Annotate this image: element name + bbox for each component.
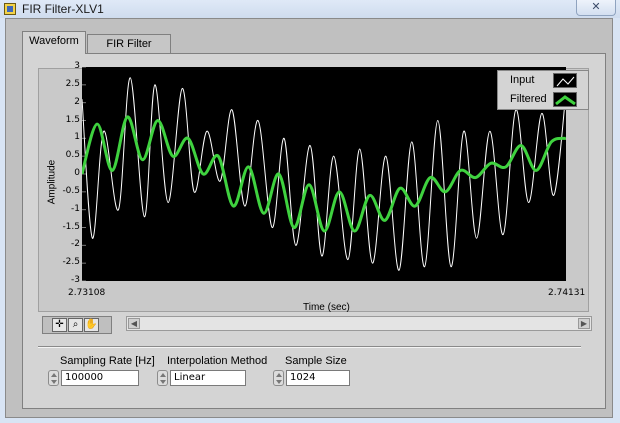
app-window: FIR Filter-XLV1 ✕ Waveform FIR Filter De…: [0, 0, 620, 423]
sample-size-label: Sample Size: [285, 355, 347, 367]
scroll-left-arrow[interactable]: ◀: [128, 318, 140, 329]
zoom-icon: ⌕: [72, 319, 79, 330]
pan-hand-icon: ✋: [85, 319, 98, 330]
y-tick-label: 2: [74, 96, 80, 107]
close-icon: ✕: [591, 0, 601, 13]
interpolation-method-spinner[interactable]: [157, 370, 168, 386]
y-tick-label: 0.5: [65, 150, 80, 161]
tab-waveform-label: Waveform: [29, 35, 79, 47]
x-axis-label: Time (sec): [303, 302, 350, 313]
y-tick-label: 1: [74, 132, 80, 143]
x-axis-max-label: 2.74131: [548, 288, 586, 298]
sample-size-field[interactable]: 1024: [286, 370, 350, 386]
y-tick-label: -3: [71, 275, 80, 285]
tab-waveform[interactable]: Waveform: [22, 31, 86, 54]
pan-button[interactable]: ✋: [84, 318, 99, 332]
cursor-crosshair-icon: ✛: [55, 319, 64, 330]
legend-label-filtered: Filtered: [510, 93, 547, 105]
y-tick-label: -2: [71, 239, 80, 250]
y-tick-label: 3: [74, 61, 80, 71]
y-tick-label: -2.5: [62, 257, 80, 268]
legend-swatch-filtered: [553, 92, 577, 107]
y-tick-label: 2.5: [65, 78, 80, 89]
graph-tools-palette: ✛ ⌕ ✋: [42, 316, 112, 334]
cursor-crosshair-button[interactable]: ✛: [52, 318, 67, 332]
legend-label-input: Input: [510, 74, 535, 86]
graph-horizontal-scrollbar[interactable]: ◀ ▶: [126, 316, 592, 331]
sampling-rate-spinner[interactable]: [48, 370, 59, 386]
y-tick-label: -1.5: [62, 221, 80, 232]
waveform-plot-area[interactable]: [82, 67, 566, 281]
interpolation-method-field[interactable]: Linear: [170, 370, 246, 386]
sampling-rate-label: Sampling Rate [Hz]: [60, 355, 155, 367]
scroll-right-arrow[interactable]: ▶: [578, 318, 590, 329]
plot-legend[interactable]: Input Filtered: [497, 70, 589, 110]
x-axis-min-label: 2.73108: [68, 288, 106, 298]
tab-fir-filter-design[interactable]: FIR Filter Design: [87, 34, 171, 68]
y-axis-label: Amplitude: [46, 159, 58, 205]
legend-item-filtered[interactable]: Filtered: [498, 90, 590, 109]
y-tick-label: 0: [74, 168, 80, 178]
sampling-rate-field[interactable]: 100000: [61, 370, 139, 386]
legend-item-input[interactable]: Input: [498, 71, 590, 90]
zoom-button[interactable]: ⌕: [68, 318, 83, 332]
y-tick-label: -1: [71, 203, 80, 214]
title-bar[interactable]: FIR Filter-XLV1 ✕: [0, 0, 620, 18]
legend-swatch-input: [553, 73, 577, 88]
y-tick-label: -0.5: [62, 185, 80, 196]
labview-app-icon: [4, 3, 16, 15]
close-button[interactable]: ✕: [576, 0, 616, 16]
controls-divider: [38, 346, 581, 348]
y-tick-label: 1.5: [65, 114, 80, 125]
window-title: FIR Filter-XLV1: [22, 2, 104, 16]
sample-size-spinner[interactable]: [273, 370, 284, 386]
interpolation-method-label: Interpolation Method: [167, 355, 268, 367]
